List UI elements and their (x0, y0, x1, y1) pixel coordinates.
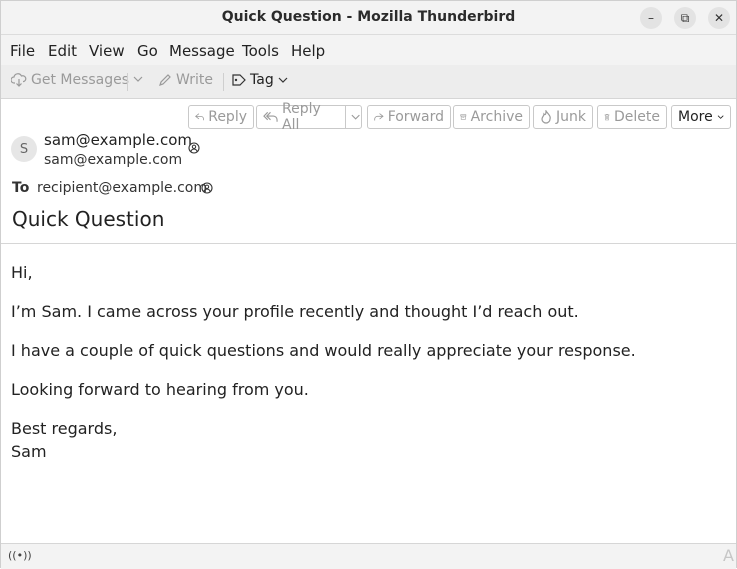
get-messages-dropdown[interactable] (132, 74, 144, 84)
thunderbird-window: Quick Question - Mozilla Thunderbird – ⧉… (0, 0, 737, 569)
delete-button[interactable]: Delete (597, 105, 667, 129)
title-bar[interactable]: Quick Question - Mozilla Thunderbird – ⧉… (1, 1, 736, 35)
menu-message[interactable]: Message (169, 42, 235, 60)
menu-tools[interactable]: Tools (242, 42, 279, 60)
activity-icon[interactable]: ((•)) (8, 549, 32, 562)
body-line: Best regards, (11, 419, 118, 438)
button-divider (344, 106, 346, 128)
toolbar-divider (127, 73, 128, 91)
chevron-down-icon (278, 77, 288, 83)
to-label: To (12, 180, 30, 196)
chevron-down-icon (717, 115, 724, 119)
body-line: Hi, (11, 263, 33, 282)
chevron-down-icon (133, 76, 143, 82)
mail-toolbar: Get Messages Write Tag (1, 65, 736, 99)
flame-icon (541, 110, 551, 124)
sender-address[interactable]: sam@example.com (44, 152, 182, 168)
toolbar-divider (223, 73, 224, 91)
get-messages-label: Get Messages (31, 72, 130, 88)
chevron-down-icon (351, 114, 360, 120)
tag-button[interactable]: Tag (231, 72, 288, 88)
junk-label: Junk (556, 109, 586, 125)
maximize-button[interactable]: ⧉ (674, 7, 696, 29)
reply-label: Reply (208, 109, 247, 125)
reply-all-label: Reply All (282, 101, 321, 133)
menu-edit[interactable]: Edit (48, 42, 77, 60)
trash-icon (604, 113, 610, 121)
menu-go[interactable]: Go (137, 42, 158, 60)
write-button[interactable]: Write (158, 72, 213, 88)
status-bar: ((•)) A (1, 543, 736, 569)
forward-label: Forward (387, 109, 444, 125)
cloud-download-icon (11, 73, 27, 87)
window-title: Quick Question - Mozilla Thunderbird (221, 9, 516, 25)
menu-bar: File Edit View Go Message Tools Help (1, 35, 736, 65)
tag-icon (232, 74, 246, 86)
more-label: More (678, 109, 713, 125)
close-icon: ✕ (713, 11, 725, 25)
menu-help[interactable]: Help (291, 42, 325, 60)
close-button[interactable]: ✕ (708, 7, 730, 29)
body-line: I have a couple of quick questions and w… (11, 341, 636, 360)
maximize-icon: ⧉ (680, 10, 690, 25)
more-button[interactable]: More (671, 105, 731, 129)
menu-file[interactable]: File (10, 42, 35, 60)
body-line: Sam (11, 442, 47, 461)
menu-view[interactable]: View (89, 42, 125, 60)
body-line: Looking forward to hearing from you. (11, 380, 309, 399)
archive-icon (460, 114, 467, 120)
junk-button[interactable]: Junk (533, 105, 593, 129)
add-contact-icon[interactable] (188, 142, 200, 154)
reply-button[interactable]: Reply (188, 105, 254, 129)
add-contact-icon[interactable] (201, 182, 213, 194)
minimize-icon: – (648, 11, 654, 25)
forward-button[interactable]: Forward (367, 105, 451, 129)
archive-label: Archive (470, 109, 523, 125)
sender-avatar: S (11, 136, 37, 162)
sender-name[interactable]: sam@example.com (44, 131, 192, 149)
delete-label: Delete (614, 109, 660, 125)
resize-grip-icon[interactable]: A (723, 546, 734, 565)
reply-all-button[interactable]: Reply All (256, 101, 362, 133)
body-line: I’m Sam. I came across your profile rece… (11, 302, 579, 321)
forward-icon (374, 113, 384, 121)
archive-button[interactable]: Archive (453, 105, 530, 129)
header-divider (1, 243, 736, 244)
message-subject: Quick Question (12, 207, 165, 231)
minimize-button[interactable]: – (640, 7, 662, 29)
recipient-address[interactable]: recipient@example.com (37, 180, 207, 196)
write-label: Write (176, 72, 213, 88)
reply-all-icon (263, 111, 278, 122)
tag-label: Tag (250, 72, 274, 88)
get-messages-button[interactable]: Get Messages (11, 72, 129, 88)
reply-icon (195, 113, 204, 121)
pencil-icon (159, 74, 171, 86)
